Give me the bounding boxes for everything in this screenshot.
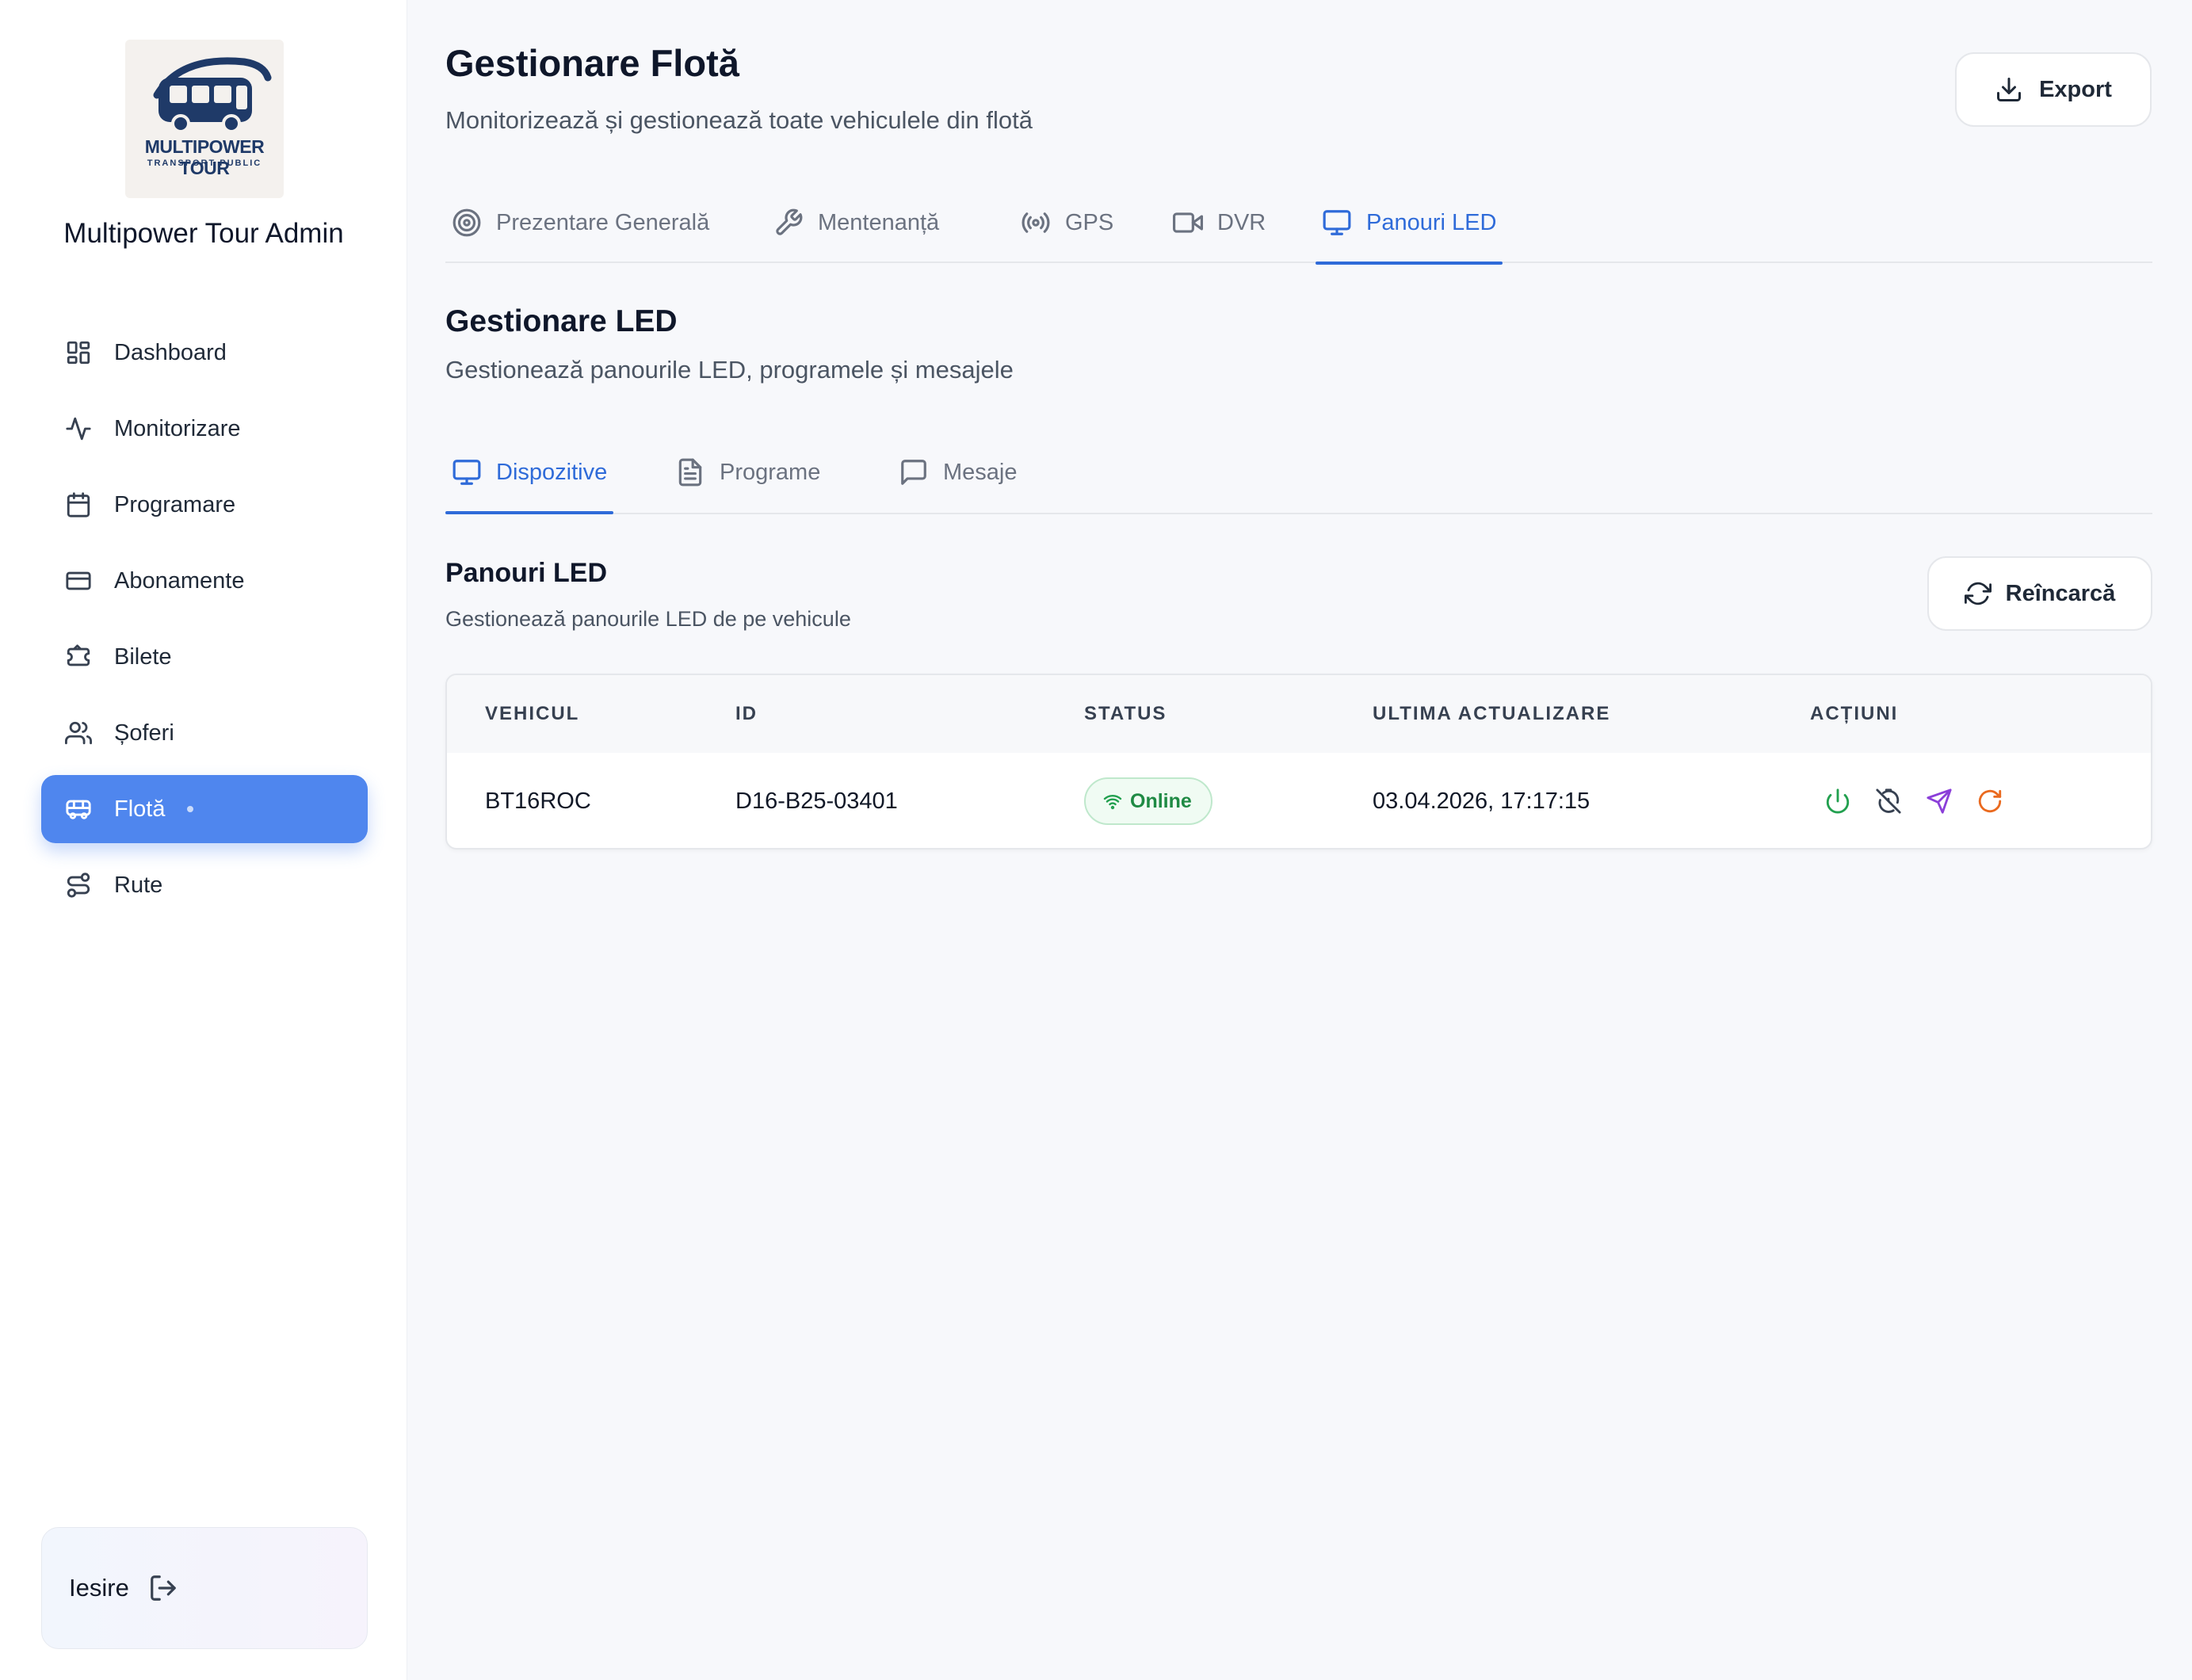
- sidebar-item-label: Dashboard: [114, 339, 227, 365]
- sidebar-item-label: Monitorizare: [114, 415, 241, 441]
- sidebar-item-soferi[interactable]: Șoferi: [41, 699, 368, 767]
- bus-logo-icon: [153, 57, 272, 133]
- sidebar-item-monitorizare[interactable]: Monitorizare: [41, 395, 368, 463]
- logout-icon: [150, 1575, 176, 1601]
- power-button[interactable]: [1821, 785, 1854, 818]
- tab-mesaje[interactable]: Mesaje: [892, 432, 1024, 513]
- sidebar-item-flota[interactable]: Flotă: [41, 775, 368, 843]
- tab-label: Programe: [720, 459, 821, 485]
- logo-subtitle: TRANSPORT PUBLIC: [147, 158, 262, 168]
- download-icon: [1997, 78, 2022, 101]
- tab-panouri-led[interactable]: Panouri LED: [1316, 182, 1503, 265]
- tab-label: Dispozitive: [496, 459, 608, 485]
- tab-programe[interactable]: Programe: [669, 432, 827, 513]
- tab-mentenanta[interactable]: Mentenanță: [767, 182, 945, 263]
- led-panels-table: VEHICUL ID STATUS ULTIMA ACTUALIZARE ACȚ…: [445, 674, 2152, 850]
- sidebar-item-label: Abonamente: [114, 567, 245, 594]
- sidebar-item-dashboard[interactable]: Dashboard: [41, 319, 368, 387]
- logout-label: Iesire: [69, 1574, 129, 1602]
- sidebar-item-programare[interactable]: Programare: [41, 471, 368, 539]
- timer-off-icon: [1876, 788, 1901, 814]
- dashboard-icon: [67, 341, 90, 365]
- tab-dvr[interactable]: DVR: [1167, 182, 1272, 263]
- brand-name: Multipower Tour Admin: [63, 218, 344, 249]
- fleet-tabs: Prezentare Generală Mentenanță GPS DVR P…: [445, 182, 2152, 265]
- send-message-button[interactable]: [1923, 785, 1956, 818]
- column-header-status: STATUS: [1084, 703, 1167, 724]
- timer-off-button[interactable]: [1872, 785, 1905, 818]
- sidebar-item-rute[interactable]: Rute: [41, 851, 368, 919]
- tab-label: Prezentare Generală: [496, 209, 710, 235]
- logo-title: MULTIPOWER TOUR: [144, 136, 265, 178]
- tab-label: Mentenanță: [818, 209, 940, 235]
- tab-prezentare-generala[interactable]: Prezentare Generală: [445, 182, 716, 263]
- led-section-subtitle: Gestionează panourile LED, programele și…: [445, 356, 1014, 384]
- table-header: VEHICUL ID STATUS ULTIMA ACTUALIZARE ACȚ…: [447, 675, 2151, 753]
- cell-vehicle: BT16ROC: [485, 788, 591, 814]
- sidebar-item-label: Bilete: [114, 643, 172, 670]
- reload-button[interactable]: Reîncarcă: [1927, 556, 2152, 631]
- route-icon: [67, 872, 90, 898]
- table-row[interactable]: BT16ROC D16-B25-03401 Online 03.04.2026,…: [447, 753, 2151, 848]
- file-text-icon: [678, 458, 702, 487]
- wrench-icon: [776, 208, 803, 235]
- sidebar: MULTIPOWER TOUR TRANSPORT PUBLIC Multipo…: [0, 0, 407, 1680]
- led-subtabs: Dispozitive Programe Mesaje: [445, 432, 2152, 514]
- cell-updated: 03.04.2026, 17:17:15: [1373, 788, 1591, 814]
- sidebar-item-bilete[interactable]: Bilete: [41, 623, 368, 691]
- monitor-icon: [453, 460, 481, 485]
- status-label: Online: [1130, 789, 1192, 812]
- radio-icon: [1022, 212, 1050, 233]
- power-icon: [1826, 788, 1850, 814]
- logout-button[interactable]: Iesire: [41, 1527, 368, 1649]
- main-content: Gestionare Flotă Monitorizează și gestio…: [407, 0, 2192, 1680]
- column-header-vehicul: VEHICUL: [485, 703, 580, 724]
- cell-id: D16-B25-03401: [735, 788, 898, 814]
- tab-gps[interactable]: GPS: [1014, 182, 1120, 263]
- refresh-icon: [1964, 582, 1992, 605]
- tab-label: DVR: [1217, 209, 1266, 235]
- column-header-ultima-actualizare: ULTIMA ACTUALIZARE: [1373, 703, 1611, 724]
- monitor-icon: [1323, 210, 1351, 235]
- page-subtitle: Monitorizează și gestionează toate vehic…: [445, 106, 1033, 134]
- sidebar-item-label: Șoferi: [114, 720, 174, 746]
- export-label: Export: [2039, 76, 2112, 102]
- video-icon: [1173, 212, 1203, 233]
- sidebar-nav: Dashboard Monitorizare Programare Abonam…: [41, 319, 368, 927]
- sidebar-item-label: Flotă: [114, 796, 166, 822]
- column-header-actiuni: ACȚIUNI: [1810, 703, 1899, 724]
- sidebar-item-label: Rute: [114, 872, 163, 898]
- refresh-icon: [1978, 789, 2002, 813]
- credit-card-icon: [66, 571, 91, 590]
- sidebar-item-label: Programare: [114, 491, 236, 517]
- tab-label: Panouri LED: [1366, 209, 1497, 235]
- tab-label: GPS: [1065, 209, 1114, 235]
- led-section-title: Gestionare LED: [445, 304, 678, 338]
- column-header-id: ID: [735, 703, 758, 724]
- reload-label: Reîncarcă: [2005, 580, 2116, 606]
- message-icon: [901, 460, 926, 485]
- restart-button[interactable]: [1973, 785, 2007, 818]
- page-title: Gestionare Flotă: [445, 42, 739, 84]
- panel-title: Panouri LED: [445, 558, 608, 588]
- wifi-icon: [1103, 795, 1122, 810]
- status-badge: Online: [1084, 777, 1212, 825]
- ticket-icon: [67, 644, 90, 666]
- tab-label: Mesaje: [943, 459, 1018, 485]
- users-icon: [65, 721, 92, 745]
- calendar-icon: [67, 492, 90, 517]
- export-button[interactable]: Export: [1955, 52, 2152, 127]
- send-icon: [1927, 788, 1952, 814]
- row-actions: [1821, 785, 2024, 818]
- company-logo: MULTIPOWER TOUR TRANSPORT PUBLIC: [125, 40, 284, 198]
- activity-icon: [66, 417, 91, 441]
- panel-subtitle: Gestionează panourile LED de pe vehicule: [445, 607, 851, 631]
- target-icon: [453, 208, 481, 237]
- bus-icon: [66, 800, 91, 819]
- tab-dispozitive[interactable]: Dispozitive: [445, 432, 614, 514]
- active-indicator-dot: [187, 806, 194, 812]
- sidebar-item-abonamente[interactable]: Abonamente: [41, 547, 368, 615]
